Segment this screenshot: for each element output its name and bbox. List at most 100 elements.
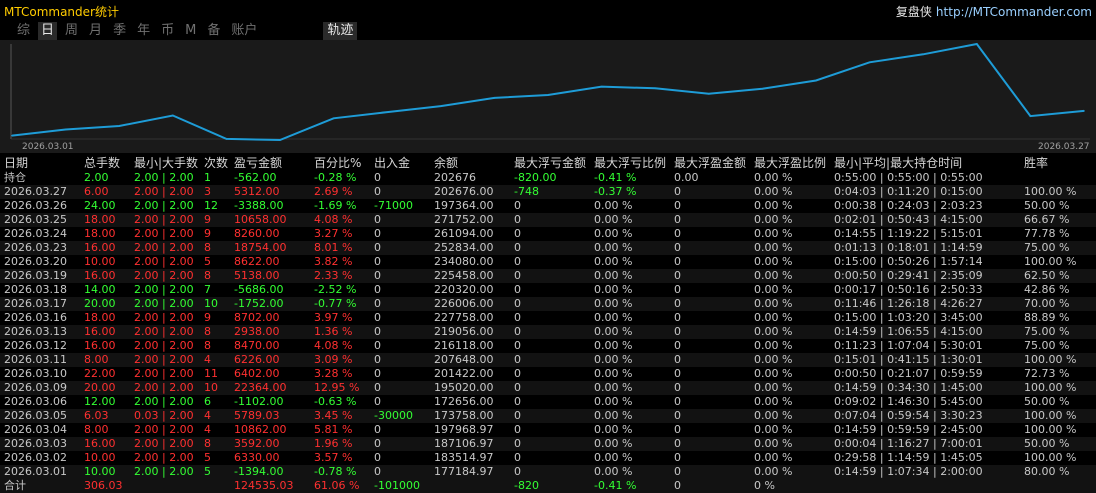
cell-count: 7 (204, 283, 211, 296)
cell-date: 2026.03.16 (4, 311, 67, 324)
tab-9[interactable]: 账户 (228, 22, 260, 40)
header-lots[interactable]: 总手数 (84, 156, 120, 171)
cell-max_float_loss: 0 (514, 199, 521, 212)
table-row[interactable]: 2026.03.18 14.00 2.00 | 2.00 7 -5686.00 -2.52… (0, 283, 1096, 297)
cell-lots: 24.00 (84, 199, 116, 212)
cell-pnl: 8702.00 (234, 311, 280, 324)
cell-balance: 183514.97 (434, 451, 494, 464)
cell-winrate: 100.00 % (1024, 423, 1077, 436)
header-count[interactable]: 次数 (204, 156, 228, 171)
table-row[interactable]: 2026.03.03 16.00 2.00 | 2.00 8 3592.00 1.96 %… (0, 437, 1096, 451)
balance-point-17 (922, 53, 924, 56)
tab-3[interactable]: 月 (86, 22, 105, 40)
table-row[interactable]: 2026.03.09 20.00 2.00 | 2.00 10 22364.00 12.9… (0, 381, 1096, 395)
total-row[interactable]: 合计 306.03 124535.03 61.06 % -101000 -820 -0.41… (0, 479, 1096, 493)
cell-max_float_profit_pct: 0.00 % (754, 283, 793, 296)
tab-6[interactable]: 币 (158, 22, 177, 40)
table-row[interactable]: 2026.03.12 16.00 2.00 | 2.00 8 8470.00 4.08 %… (0, 339, 1096, 353)
tab-8[interactable]: 备 (204, 22, 223, 40)
cell-max_float_profit: 0 (674, 255, 681, 268)
table-row[interactable]: 2026.03.19 16.00 2.00 | 2.00 8 5138.00 2.33 %… (0, 269, 1096, 283)
header-max_float_profit[interactable]: 最大浮盈金额 (674, 156, 746, 171)
header-pct[interactable]: 百分比% (314, 156, 361, 171)
brand-url-link[interactable]: http://MTCommander.com (936, 5, 1092, 19)
header-max_float_loss_pct[interactable]: 最大浮亏比例 (594, 156, 666, 171)
cell-max_float_profit: 0 (674, 227, 681, 240)
cell-max_float_profit_pct: 0.00 % (754, 227, 793, 240)
tab-5[interactable]: 年 (134, 22, 153, 40)
header-balance[interactable]: 余额 (434, 156, 458, 171)
cell-pct: 5.81 % (314, 423, 353, 436)
cell-pct: 2.69 % (314, 185, 353, 198)
table-row[interactable]: 2026.03.02 10.00 2.00 | 2.00 5 6330.00 3.57 %… (0, 451, 1096, 465)
cell-lots: 20.00 (84, 297, 116, 310)
cell-max_float_profit_pct: 0.00 % (754, 269, 793, 282)
table-row[interactable]: 2026.03.27 6.00 2.00 | 2.00 3 5312.00 2.69 % 0… (0, 185, 1096, 199)
header-max_float_loss[interactable]: 最大浮亏金额 (514, 156, 586, 171)
cell-max_float_loss: 0 (514, 255, 521, 268)
cell-max_float_loss: 0 (514, 325, 521, 338)
cell-pnl: -562.00 (234, 171, 277, 184)
cell-minmax: 2.00 | 2.00 (134, 437, 194, 450)
cell-pnl: 6402.00 (234, 367, 280, 380)
table-row[interactable]: 2026.03.13 16.00 2.00 | 2.00 8 2938.00 1.36 %… (0, 325, 1096, 339)
header-max_float_profit_pct[interactable]: 最大浮盈比例 (754, 156, 826, 171)
cell-max_float_profit_pct: 0.00 % (754, 325, 793, 338)
cell-winrate: 100.00 % (1024, 255, 1077, 268)
header-hold_time[interactable]: 最小|平均|最大持仓时间 (834, 156, 962, 171)
header-flow[interactable]: 出入金 (374, 156, 410, 171)
table-row[interactable]: 2026.03.24 18.00 2.00 | 2.00 9 8260.00 3.27 %… (0, 227, 1096, 241)
tab-10[interactable]: 轨迹 (323, 22, 358, 40)
cell-lots: 2.00 (84, 171, 109, 184)
header-minmax[interactable]: 最小|大手数 (134, 156, 198, 171)
cell-flow: 0 (374, 367, 381, 380)
cell-lots: 10.00 (84, 451, 116, 464)
cell-minmax: 2.00 | 2.00 (134, 465, 194, 478)
tab-2[interactable]: 周 (62, 22, 81, 40)
cell-lots: 10.00 (84, 465, 116, 478)
cell-lots: 306.03 (84, 479, 123, 492)
cell-lots: 16.00 (84, 241, 116, 254)
cell-winrate: 80.00 % (1024, 465, 1070, 478)
holding-row[interactable]: 持仓 2.00 2.00 | 2.00 1 -562.00 -0.28 % 0 202676 -… (0, 171, 1096, 185)
table-row[interactable]: 2026.03.01 10.00 2.00 | 2.00 5 -1394.00 -0.78… (0, 465, 1096, 479)
table-row[interactable]: 2026.03.10 22.00 2.00 | 2.00 11 6402.00 3.28 … (0, 367, 1096, 381)
cell-max_float_profit: 0 (674, 199, 681, 212)
cell-pnl: 2938.00 (234, 325, 280, 338)
table-header: 日期 总手数 最小|大手数 次数 盈亏金额 百分比% 出入金 余额 最大浮亏金额 最大浮亏比例 最大… (0, 156, 1096, 171)
period-tabs: 综日周月季年币 M 备账户 轨迹 (14, 22, 362, 40)
table-row[interactable]: 2026.03.25 18.00 2.00 | 2.00 9 10658.00 4.08 … (0, 213, 1096, 227)
tab-0[interactable]: 综 (14, 22, 33, 40)
tab-1[interactable]: 日 (38, 22, 58, 40)
app-title: MTCommander统计 (4, 5, 119, 19)
cell-date: 2026.03.17 (4, 297, 67, 310)
cell-pct: 3.09 % (314, 353, 353, 366)
cell-count: 8 (204, 339, 211, 352)
tab-4[interactable]: 季 (110, 22, 129, 40)
table-row[interactable]: 2026.03.05 6.03 0.03 | 2.00 4 5789.03 3.45 % -… (0, 409, 1096, 423)
table-row[interactable]: 2026.03.04 8.00 2.00 | 2.00 4 10862.00 5.81 %… (0, 423, 1096, 437)
header-pnl[interactable]: 盈亏金额 (234, 156, 282, 171)
balance-point-0 (11, 134, 13, 137)
header-date[interactable]: 日期 (4, 156, 28, 171)
cell-pct: 3.97 % (314, 311, 353, 324)
cell-winrate: 75.00 % (1024, 339, 1070, 352)
table-row[interactable]: 2026.03.20 10.00 2.00 | 2.00 5 8622.00 3.82 %… (0, 255, 1096, 269)
cell-count: 3 (204, 185, 211, 198)
cell-count: 5 (204, 465, 211, 478)
cell-max_float_loss_pct: 0.00 % (594, 255, 633, 268)
header-winrate[interactable]: 胜率 (1024, 156, 1048, 171)
table-row[interactable]: 2026.03.11 8.00 2.00 | 2.00 4 6226.00 3.09 % 0… (0, 353, 1096, 367)
table-row[interactable]: 2026.03.26 24.00 2.00 | 2.00 12 -3388.00 -1.6… (0, 199, 1096, 213)
cell-count: 9 (204, 227, 211, 240)
table-row[interactable]: 2026.03.06 12.00 2.00 | 2.00 6 -1102.00 -0.63… (0, 395, 1096, 409)
table-row[interactable]: 2026.03.17 20.00 2.00 | 2.00 10 -1752.00 -0.7… (0, 297, 1096, 311)
table-row[interactable]: 2026.03.23 16.00 2.00 | 2.00 8 18754.00 8.01 … (0, 241, 1096, 255)
cell-minmax: 2.00 | 2.00 (134, 185, 194, 198)
cell-max_float_loss_pct: -0.41 % (594, 479, 637, 492)
cell-max_float_loss: 0 (514, 451, 521, 464)
tab-7[interactable]: M (182, 22, 199, 40)
cell-minmax: 2.00 | 2.00 (134, 339, 194, 352)
cell-pct: 2.33 % (314, 269, 353, 282)
table-row[interactable]: 2026.03.16 18.00 2.00 | 2.00 9 8702.00 3.97 %… (0, 311, 1096, 325)
